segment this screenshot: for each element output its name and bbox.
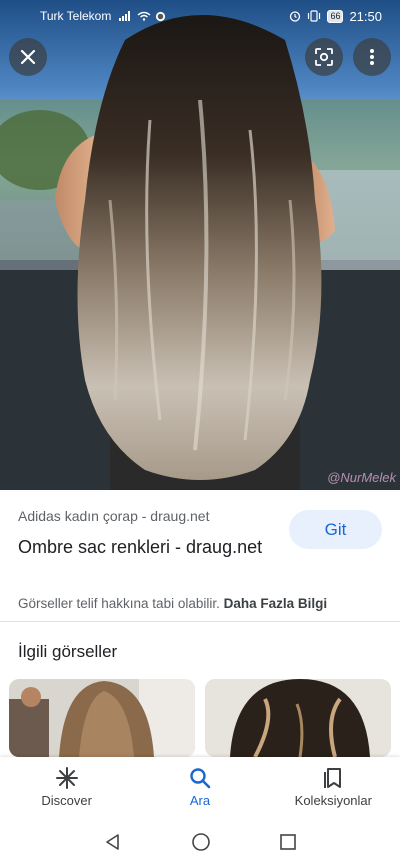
wifi-icon	[137, 11, 151, 21]
signal-icons	[119, 11, 166, 22]
main-image[interactable]: Turk Telekom 66 21:50 @NurMelek	[0, 0, 400, 490]
copyright-notice: Görseller telif hakkına tabi olabilir. D…	[18, 596, 327, 611]
recents-icon[interactable]	[279, 833, 296, 850]
alarm-icon	[290, 11, 301, 22]
related-image	[205, 679, 391, 757]
close-button[interactable]	[9, 38, 47, 76]
asterisk-icon	[55, 767, 78, 789]
back-icon[interactable]	[104, 833, 122, 851]
more-vert-icon	[370, 49, 374, 65]
clock: 21:50	[349, 8, 382, 24]
home-icon[interactable]	[191, 832, 211, 852]
search-icon	[190, 768, 211, 789]
vibrate-icon	[308, 10, 321, 22]
section-divider	[0, 621, 400, 622]
copyright-text: Görseller telif hakkına tabi olabilir.	[18, 596, 220, 611]
related-images-heading: İlgili görseller	[18, 642, 118, 661]
system-navigation-bar	[0, 817, 400, 866]
nav-search[interactable]: Ara	[133, 757, 266, 817]
nav-discover-label: Discover	[41, 793, 92, 808]
collections-icon	[324, 768, 342, 788]
source-text[interactable]: Adidas kadın çorap - draug.net	[18, 508, 209, 524]
related-image	[9, 679, 195, 757]
status-bar: Turk Telekom 66 21:50	[0, 0, 400, 32]
lens-button[interactable]	[305, 38, 343, 76]
signal-icon	[119, 11, 131, 21]
result-info-panel: Adidas kadın çorap - draug.net Ombre sac…	[0, 490, 400, 620]
related-image-thumb[interactable]	[9, 679, 195, 757]
visit-button[interactable]: Git	[289, 510, 382, 549]
result-title[interactable]: Ombre sac renkleri - draug.net	[18, 534, 268, 560]
more-info-link[interactable]: Daha Fazla Bilgi	[224, 596, 328, 611]
lens-icon	[315, 48, 333, 66]
image-watermark: @NurMelek	[327, 470, 396, 485]
related-image-thumb[interactable]	[205, 679, 391, 757]
bottom-navigation: Discover Ara Koleksiyonlar	[0, 757, 400, 817]
whatsapp-icon	[156, 11, 166, 21]
nav-search-label: Ara	[189, 793, 211, 808]
close-icon	[20, 49, 36, 65]
carrier-name: Turk Telekom	[40, 9, 112, 23]
nav-collections[interactable]: Koleksiyonlar	[267, 757, 400, 817]
nav-discover[interactable]: Discover	[0, 757, 133, 817]
nav-collections-label: Koleksiyonlar	[294, 793, 372, 808]
hair-photo	[0, 15, 400, 490]
battery-level: 66	[327, 9, 344, 23]
more-options-button[interactable]	[353, 38, 391, 76]
